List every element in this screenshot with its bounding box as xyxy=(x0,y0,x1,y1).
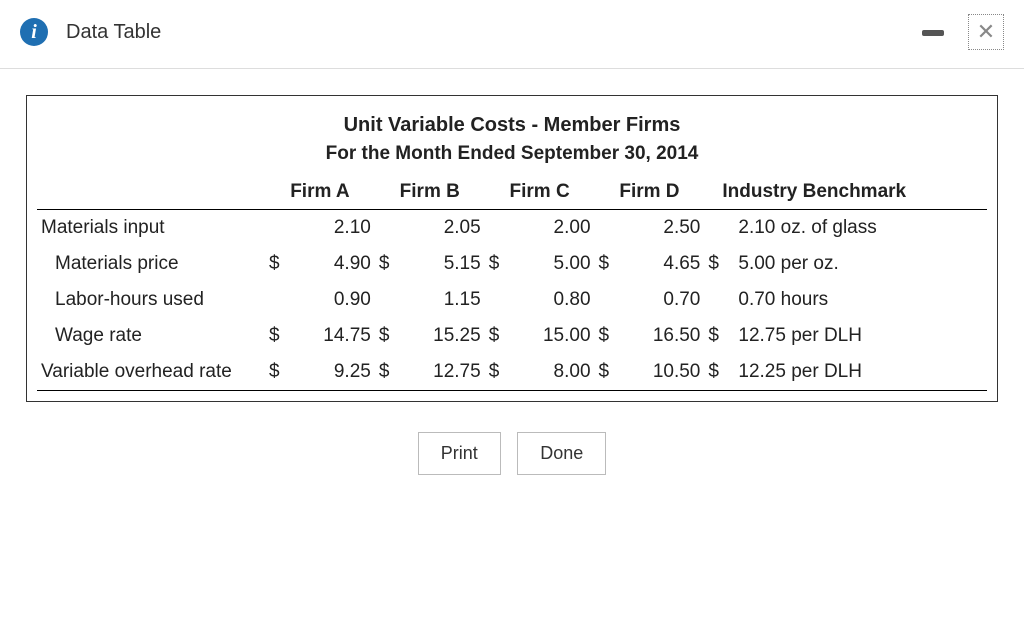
dialog-header: i Data Table ✕ xyxy=(0,0,1024,69)
cell-value: 14.75 xyxy=(295,318,375,354)
table-row: Labor-hours used 0.90 1.15 0.80 0.70 0.70 hou… xyxy=(37,282,987,318)
row-label: Materials input xyxy=(37,210,265,247)
data-table-dialog: i Data Table ✕ Unit Variable Costs - Mem… xyxy=(0,0,1024,501)
row-label: Variable overhead rate xyxy=(37,354,265,391)
currency-symbol: $ xyxy=(265,354,295,391)
cell-value: 4.90 xyxy=(295,246,375,282)
minimize-icon[interactable] xyxy=(922,30,944,36)
row-label: Labor-hours used xyxy=(37,282,265,318)
currency-symbol: $ xyxy=(704,318,734,354)
currency-symbol xyxy=(485,210,515,247)
currency-symbol: $ xyxy=(375,246,405,282)
close-icon[interactable]: ✕ xyxy=(968,14,1004,50)
table-row: Materials input 2.10 2.05 2.00 2.50 2.10 oz. … xyxy=(37,210,987,247)
currency-symbol xyxy=(375,210,405,247)
row-label: Wage rate xyxy=(37,318,265,354)
cell-value: 15.00 xyxy=(515,318,595,354)
cell-value: 9.25 xyxy=(295,354,375,391)
benchmark-value: 12.25 per DLH xyxy=(734,354,987,391)
cell-value: 16.50 xyxy=(625,318,705,354)
info-icon: i xyxy=(20,18,48,46)
benchmark-value: 2.10 oz. of glass xyxy=(734,210,987,247)
cell-value: 8.00 xyxy=(515,354,595,391)
row-label: Materials price xyxy=(37,246,265,282)
cell-value: 2.00 xyxy=(515,210,595,247)
currency-symbol xyxy=(595,210,625,247)
currency-symbol xyxy=(704,210,734,247)
table-row: Variable overhead rate$9.25$12.75$8.00$1… xyxy=(37,354,987,391)
currency-symbol xyxy=(595,282,625,318)
currency-symbol xyxy=(704,282,734,318)
currency-symbol: $ xyxy=(595,318,625,354)
table-container: Unit Variable Costs - Member Firms For t… xyxy=(26,95,998,402)
cell-value: 2.10 xyxy=(295,210,375,247)
table-subtitle: For the Month Ended September 30, 2014 xyxy=(37,143,987,165)
cell-value: 0.70 xyxy=(625,282,705,318)
cell-value: 5.15 xyxy=(405,246,485,282)
print-button[interactable]: Print xyxy=(418,432,501,475)
cell-value: 2.05 xyxy=(405,210,485,247)
cell-value: 0.90 xyxy=(295,282,375,318)
currency-symbol: $ xyxy=(265,246,295,282)
currency-symbol: $ xyxy=(595,354,625,391)
cell-value: 12.75 xyxy=(405,354,485,391)
table-row: Wage rate$14.75$15.25$15.00$16.50$12.75 … xyxy=(37,318,987,354)
currency-symbol: $ xyxy=(485,318,515,354)
currency-symbol xyxy=(265,210,295,247)
done-button[interactable]: Done xyxy=(517,432,606,475)
currency-symbol xyxy=(265,282,295,318)
table-header-row: Firm A Firm B Firm C Firm D Industry Ben… xyxy=(37,175,987,210)
col-header: Industry Benchmark xyxy=(704,175,987,210)
cell-value: 15.25 xyxy=(405,318,485,354)
benchmark-value: 0.70 hours xyxy=(734,282,987,318)
currency-symbol: $ xyxy=(595,246,625,282)
data-table: Firm A Firm B Firm C Firm D Industry Ben… xyxy=(37,175,987,391)
cell-value: 1.15 xyxy=(405,282,485,318)
cell-value: 4.65 xyxy=(625,246,705,282)
benchmark-value: 12.75 per DLH xyxy=(734,318,987,354)
col-header: Firm C xyxy=(485,175,595,210)
currency-symbol xyxy=(375,282,405,318)
currency-symbol: $ xyxy=(485,246,515,282)
col-header: Firm D xyxy=(595,175,705,210)
table-title: Unit Variable Costs - Member Firms xyxy=(37,114,987,137)
button-row: Print Done xyxy=(26,432,998,475)
currency-symbol: $ xyxy=(375,318,405,354)
currency-symbol: $ xyxy=(375,354,405,391)
currency-symbol: $ xyxy=(704,246,734,282)
benchmark-value: 5.00 per oz. xyxy=(734,246,987,282)
table-row: Materials price$4.90$5.15$5.00$4.65$5.00… xyxy=(37,246,987,282)
currency-symbol: $ xyxy=(704,354,734,391)
currency-symbol: $ xyxy=(485,354,515,391)
cell-value: 10.50 xyxy=(625,354,705,391)
currency-symbol xyxy=(485,282,515,318)
dialog-title: Data Table xyxy=(66,21,161,44)
cell-value: 5.00 xyxy=(515,246,595,282)
dialog-content: Unit Variable Costs - Member Firms For t… xyxy=(0,69,1024,501)
col-header: Firm B xyxy=(375,175,485,210)
col-header: Firm A xyxy=(265,175,375,210)
cell-value: 0.80 xyxy=(515,282,595,318)
cell-value: 2.50 xyxy=(625,210,705,247)
currency-symbol: $ xyxy=(265,318,295,354)
